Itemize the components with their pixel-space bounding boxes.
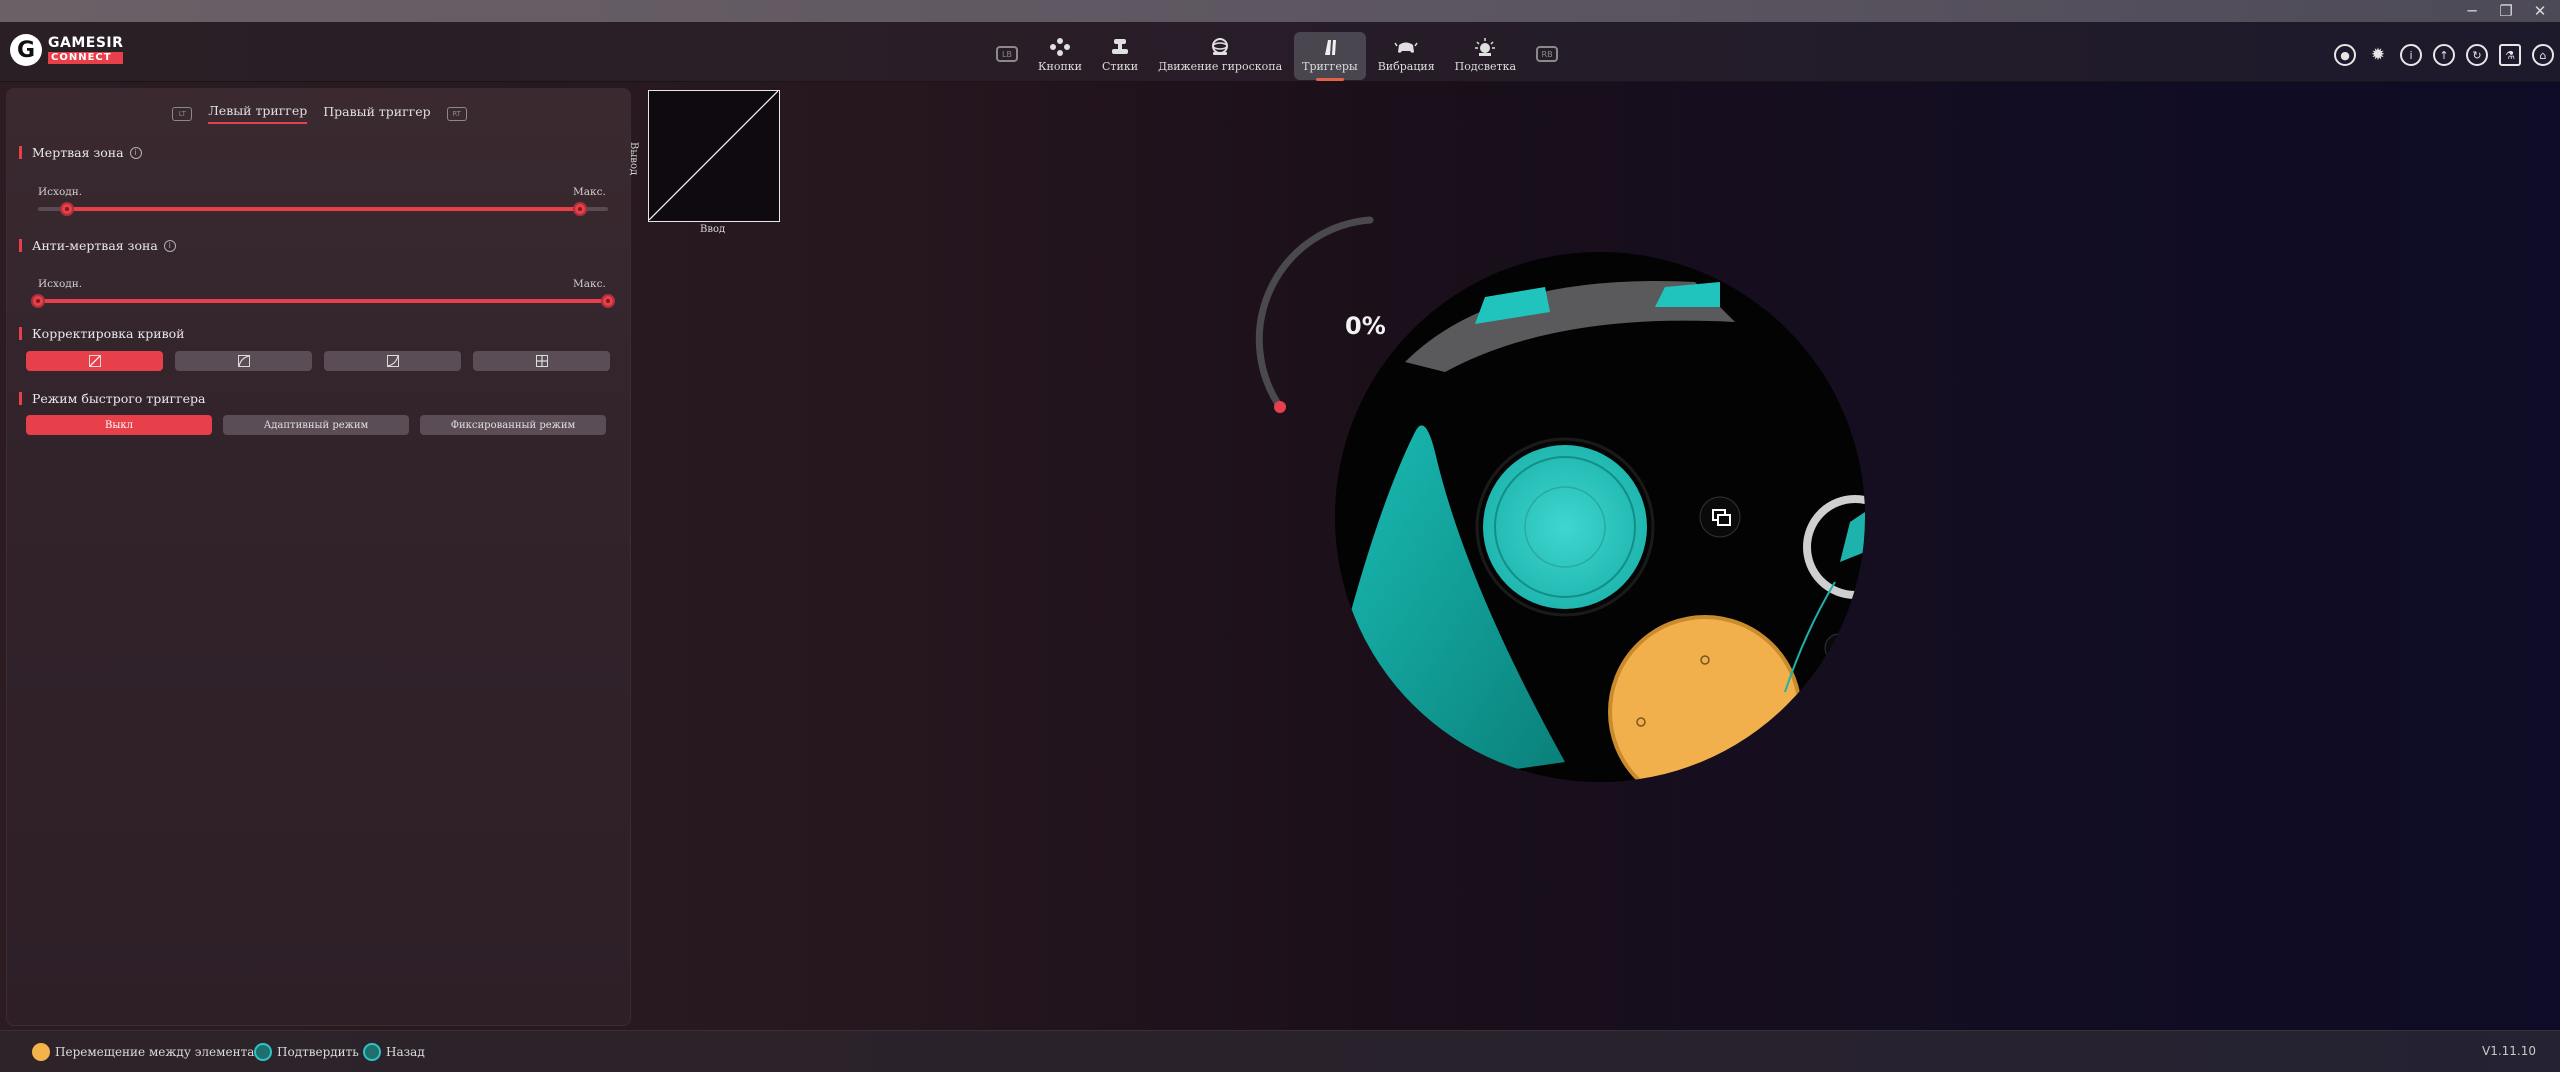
hint-navigate: Перемещение между элементами [32,1043,272,1061]
deadzone-min-label: Исходн. [38,186,83,198]
trigger-level-indicator [1274,401,1286,413]
info-icon[interactable]: i [2400,44,2422,66]
dpad-icon [32,1043,50,1061]
tab-label: Движение гироскопа [1158,60,1283,73]
response-curve-graph [648,90,780,222]
vibration-icon [1394,36,1418,58]
logo-subtitle: CONNECT [48,52,124,64]
logo-title: GAMESIR [48,35,124,51]
tab-label: Стики [1102,60,1139,73]
hint-confirm: Подтвердить [254,1043,359,1061]
anti-deadzone-min-label: Исходн. [38,278,83,290]
rt-key-icon: RT [446,106,467,121]
lt-key-icon: LT [172,106,193,121]
anti-deadzone-max-handle[interactable] [601,294,615,308]
tab-label: Триггеры [1302,60,1358,73]
tab-buttons[interactable]: Кнопки [1030,32,1090,80]
deadzone-max-label: Макс. [573,186,606,198]
curve-title: Корректировка кривой [19,326,185,341]
graph-y-label: Вывод [628,142,639,176]
brightness-icon[interactable]: ✹ [2367,44,2389,66]
buttons-icon [1048,36,1072,58]
anti-deadzone-min-handle[interactable] [31,294,45,308]
trigger-tabs: LT Левый триггер Правый триггер RT [7,103,632,124]
tab-sticks[interactable]: Стики [1094,32,1146,80]
deadzone-info-icon[interactable]: i [129,146,142,159]
deadzone-title: Мертвая зона i [19,145,142,160]
a-button-icon [254,1043,272,1061]
record-icon[interactable]: ● [2334,44,2356,66]
graph-x-label: Ввод [700,224,726,235]
nav-next-key-icon[interactable]: RB [1536,46,1559,62]
mode-fixed-button[interactable]: Фиксированный режим [420,415,606,435]
bottom-hint-bar: Перемещение между элементами Подтвердить… [0,1030,2560,1072]
quick-trigger-modes: Выкл Адаптивный режим Фиксированный режи… [26,415,606,435]
anti-deadzone-title: Анти-мертвая зона i [19,238,176,253]
tab-label: Кнопки [1038,60,1083,73]
curve-preset-linear[interactable] [26,351,163,371]
upload-icon[interactable]: ↑ [2433,44,2455,66]
trigger-percent: 0% [1345,312,1386,340]
app-version: V1.11.10 [2481,1044,2536,1058]
refresh-icon[interactable]: ↻ [2466,44,2488,66]
tab-left-trigger[interactable]: Левый триггер [208,103,308,124]
anti-deadzone-max-label: Макс. [573,278,606,290]
gyro-icon [1208,36,1232,58]
deadzone-slider-fill [66,207,580,211]
anti-deadzone-info-icon[interactable]: i [163,239,176,252]
tab-right-trigger[interactable]: Правый триггер [323,104,430,123]
curve-preset-2[interactable] [175,351,312,371]
tab-vibration[interactable]: Вибрация [1370,32,1443,80]
top-navigation-bar: G GAMESIR CONNECT LB Кнопки Стики Движен… [0,22,2560,82]
tab-gyro[interactable]: Движение гироскопа [1150,32,1290,80]
sticks-icon [1108,36,1132,58]
tab-triggers[interactable]: Триггеры [1294,32,1366,80]
curve-3-icon [386,355,399,367]
response-curve-line [648,90,779,221]
quick-trigger-title: Режим быстрого триггера [19,391,206,406]
trigger-settings-panel: LT Левый триггер Правый триггер RT Мертв… [6,88,631,1026]
curve-preset-custom[interactable] [473,351,610,371]
tab-lighting[interactable]: Подсветка [1447,32,1524,80]
controller-preview-image [1335,252,1865,782]
minimize-button[interactable]: ─ [2462,1,2482,21]
main-tabs: LB Кнопки Стики Движение гироскопа Тригг… [996,32,1559,80]
linear-curve-icon [88,355,101,367]
triggers-icon [1318,36,1342,58]
tab-label: Подсветка [1454,60,1517,73]
deadzone-max-handle[interactable] [572,202,587,216]
window-titlebar: ─ ❐ ✕ [0,0,2560,22]
custom-curve-icon [535,355,548,367]
anti-deadzone-slider-fill [38,299,608,303]
toolbar-icons: ● ✹ i ↑ ↻ ⚗ ⌂ [2334,44,2554,66]
deadzone-min-handle[interactable] [59,202,74,216]
hint-back: Назад [363,1043,425,1061]
home-icon[interactable]: ⌂ [2532,44,2554,66]
curve-2-icon [237,355,250,367]
main-area: LT Левый триггер Правый триггер RT Мертв… [0,82,2560,1030]
curve-presets [26,351,610,371]
logo-icon: G [10,34,42,66]
restore-button[interactable]: ❐ [2496,1,2516,21]
tab-label: Вибрация [1377,60,1435,73]
app-logo: G GAMESIR CONNECT [10,34,124,66]
mode-off-button[interactable]: Выкл [26,415,212,435]
lab-icon[interactable]: ⚗ [2499,44,2521,66]
b-button-icon [363,1043,381,1061]
nav-prev-key-icon[interactable]: LB [996,46,1018,62]
mode-adaptive-button[interactable]: Адаптивный режим [223,415,409,435]
lighting-icon [1473,36,1497,58]
window-controls: ─ ❐ ✕ [2462,0,2550,22]
curve-preset-3[interactable] [324,351,461,371]
close-button[interactable]: ✕ [2530,1,2550,21]
